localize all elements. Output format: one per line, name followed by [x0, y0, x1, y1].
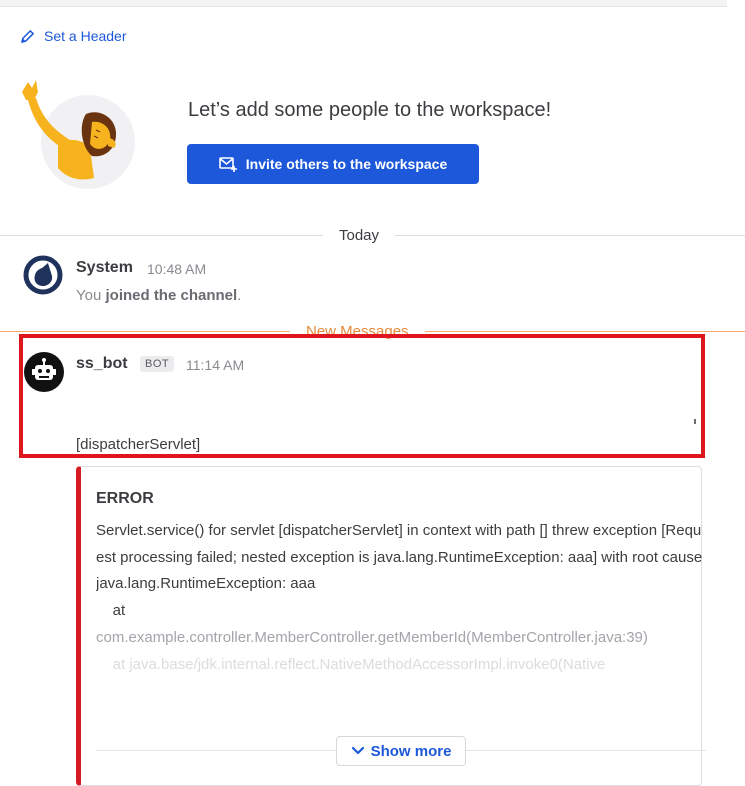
message-timestamp[interactable]: 11:14 AM	[186, 357, 244, 373]
attachment-line: com.example.controller.MemberController.…	[96, 628, 648, 646]
set-header-label: Set a Header	[44, 28, 127, 44]
date-separator-label: Today	[339, 226, 380, 244]
attachment-line: at	[96, 602, 126, 620]
message-author[interactable]: ss_bot	[76, 355, 128, 373]
mattermost-logo-icon	[23, 255, 63, 295]
message-text: [dispatcherServlet]	[76, 436, 201, 453]
set-header-link[interactable]: Set a Header	[20, 28, 127, 44]
intro-title: Let’s add some people to the workspace!	[188, 99, 552, 121]
invite-others-button[interactable]: Invite others to the workspace	[187, 144, 479, 184]
message-timestamp[interactable]: 10:48 AM	[147, 261, 206, 277]
attachment-line: java.lang.RuntimeException: aaa	[96, 575, 316, 593]
show-more-label: Show more	[370, 742, 452, 760]
attachment-line: Servlet.service() for servlet [dispatche…	[96, 522, 703, 566]
welcome-illustration	[22, 80, 135, 189]
message-author[interactable]: System	[76, 259, 133, 277]
date-separator: Today	[0, 225, 745, 245]
cursor-mark	[694, 419, 696, 424]
mail-plus-icon	[218, 157, 237, 172]
pencil-icon	[21, 29, 34, 43]
channel-header-bar	[0, 0, 727, 7]
show-more-button[interactable]: Show more	[336, 736, 466, 766]
system-message-text: You joined the channel.	[76, 287, 242, 304]
invite-button-label: Invite others to the workspace	[245, 156, 448, 172]
bot-badge: BOT	[140, 356, 175, 372]
attachment-line: at java.base/jdk.internal.reflect.Native…	[96, 655, 606, 673]
attachment-title: ERROR	[96, 490, 154, 507]
attachment-body: Servlet.service() for servlet [dispatche…	[96, 518, 706, 723]
robot-icon[interactable]	[24, 352, 64, 392]
chevron-down-icon	[351, 746, 364, 755]
